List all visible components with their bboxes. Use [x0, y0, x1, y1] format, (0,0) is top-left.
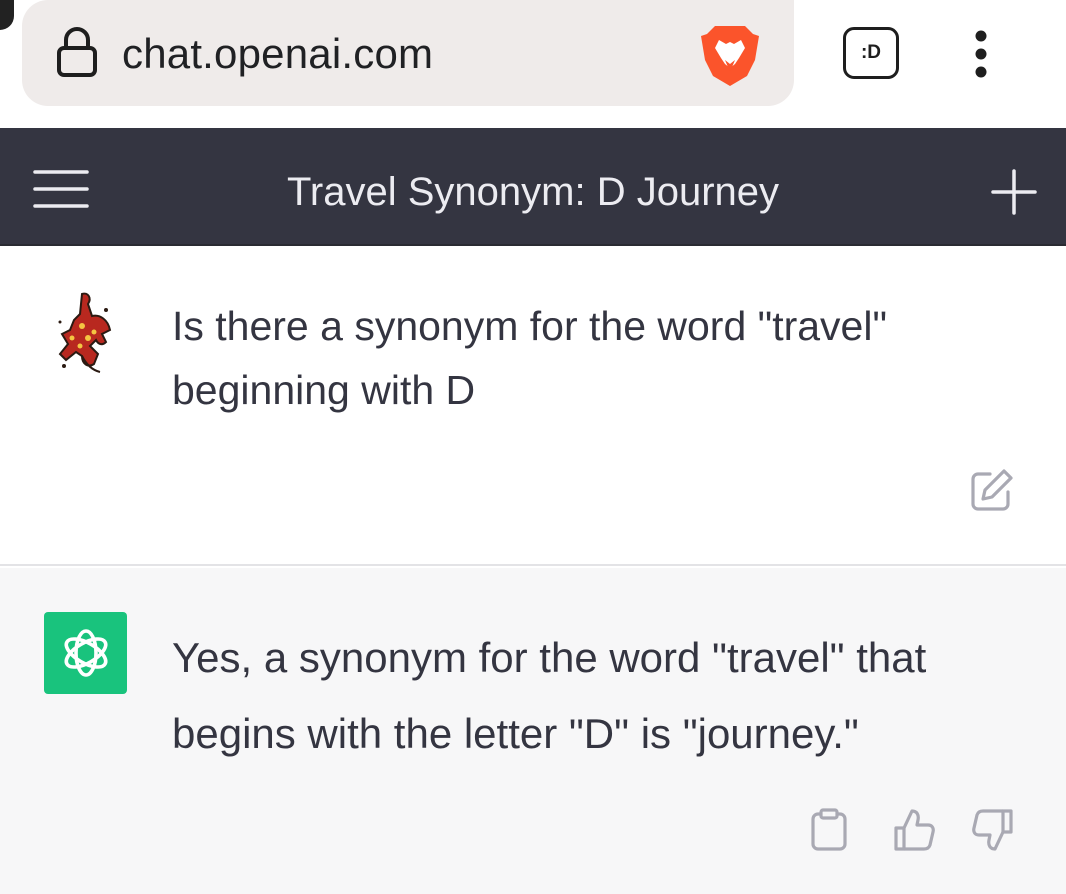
url-text[interactable]: chat.openai.com: [122, 28, 433, 80]
tab-switcher-button[interactable]: :D: [843, 27, 899, 79]
chat-header: Travel Synonym: D Journey: [0, 128, 1066, 246]
user-message-text: Is there a synonym for the word "travel"…: [172, 303, 888, 413]
more-vertical-icon[interactable]: [966, 28, 996, 80]
browser-toolbar: chat.openai.com :D: [0, 0, 1066, 128]
assistant-message-row: Yes, a synonym for the word "travel" tha…: [0, 568, 1066, 894]
plus-icon[interactable]: [990, 168, 1038, 216]
assistant-avatar: [44, 612, 127, 694]
user-message-row: Is there a synonym for the word "travel"…: [0, 246, 1066, 566]
openai-logo-icon: [64, 629, 107, 677]
user-avatar: [58, 292, 112, 373]
clipboard-icon[interactable]: [808, 808, 850, 852]
screen-corner: [0, 0, 14, 30]
brave-lion-icon[interactable]: [699, 22, 761, 88]
chat-title: Travel Synonym: D Journey: [286, 170, 780, 214]
tab-switcher-label: :D: [860, 42, 882, 63]
assistant-message-text: Yes, a synonym for the word "travel" tha…: [172, 634, 927, 757]
lock-icon[interactable]: [55, 26, 99, 78]
thumbs-up-icon[interactable]: [893, 808, 935, 852]
edit-icon[interactable]: [970, 468, 1014, 512]
thumbs-down-icon[interactable]: [972, 808, 1014, 852]
